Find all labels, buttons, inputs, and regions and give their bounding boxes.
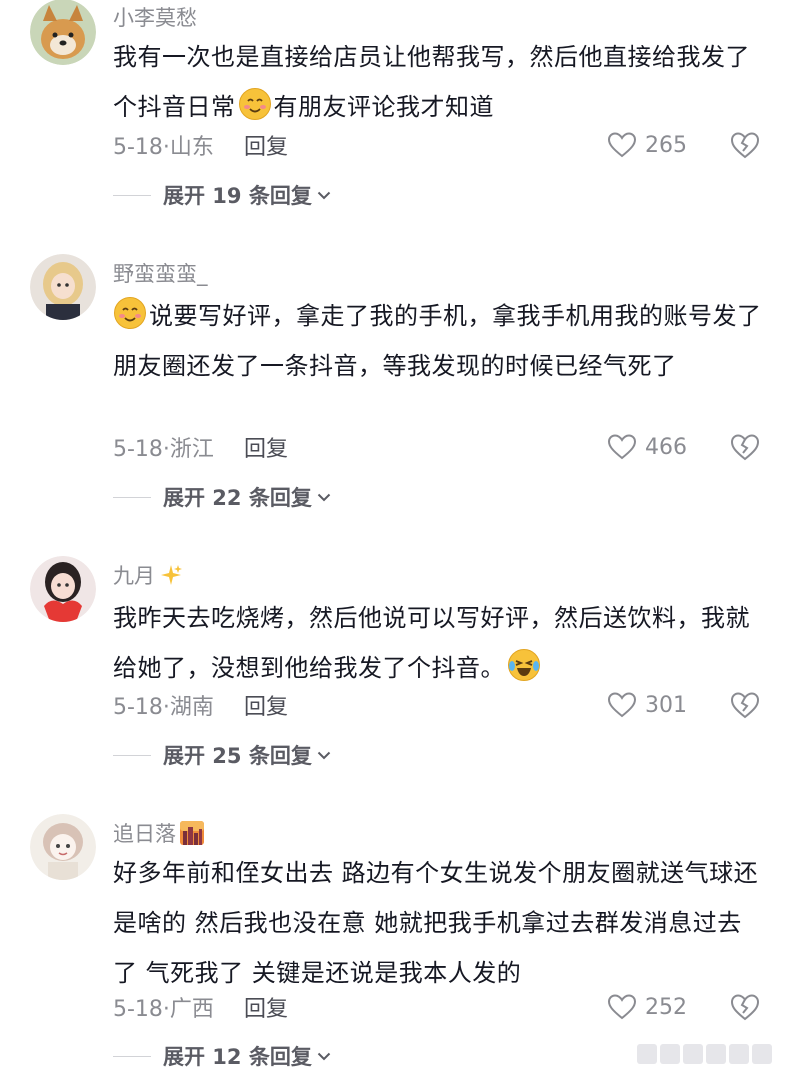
- chevron-down-icon: [317, 1052, 331, 1060]
- broken-heart-icon[interactable]: [729, 432, 761, 462]
- comment-meta: 5-18·湖南 回复: [113, 690, 288, 720]
- comment-text: 我有一次也是直接给店员让他帮我写，然后他直接给我发了个抖音日常 有朋友评论我才知道: [113, 43, 750, 121]
- date-location: 5-18·广西: [113, 997, 214, 1022]
- blush-smile-emoji-icon: [114, 297, 146, 329]
- comment-meta: 5-18·广西 回复: [113, 992, 288, 1022]
- heart-outline-icon: [607, 132, 637, 158]
- comment-text: 好多年前和侄女出去 路边有个女生说发个朋友圈就送气球还是啥的 然后我也没在意 她…: [113, 859, 759, 987]
- expand-replies-button[interactable]: 展开 25 条回复: [113, 740, 331, 770]
- expand-replies-button[interactable]: 展开 22 条回复: [113, 482, 331, 512]
- date-location: 5-18·湖南: [113, 695, 214, 720]
- comment-text: 说要写好评，拿走了我的手机，拿我手机用我的账号发了朋友圈还发了一条抖音，等我发现…: [113, 291, 763, 391]
- like-button[interactable]: 252: [607, 990, 687, 1024]
- heart-outline-icon: [607, 692, 637, 718]
- expand-replies-button[interactable]: 展开 19 条回复: [113, 180, 331, 210]
- heart-outline-icon: [607, 994, 637, 1020]
- like-count: 265: [645, 132, 687, 158]
- reply-button[interactable]: 回复: [244, 689, 288, 721]
- username[interactable]: 追日落: [113, 818, 204, 848]
- date-location: 5-18·山东: [113, 135, 214, 160]
- avatar[interactable]: [30, 254, 96, 320]
- broken-heart-icon[interactable]: [729, 992, 761, 1022]
- like-button[interactable]: 265: [607, 128, 687, 162]
- watermark: [637, 1044, 772, 1064]
- expand-replies-button[interactable]: 展开 12 条回复: [113, 1041, 331, 1071]
- comment-meta: 5-18·山东 回复: [113, 130, 288, 160]
- like-button[interactable]: 466: [607, 430, 687, 464]
- reply-button[interactable]: 回复: [244, 991, 288, 1023]
- chevron-down-icon: [317, 493, 331, 501]
- username[interactable]: 野蛮蛮蛮_: [113, 258, 208, 288]
- crying-laughing-emoji-icon: [508, 649, 540, 681]
- city-sunset-emoji-icon: [180, 821, 204, 845]
- blush-smile-emoji-icon: [238, 88, 271, 120]
- username[interactable]: 九月: [113, 560, 183, 590]
- username[interactable]: 小李莫愁: [113, 2, 197, 32]
- divider: [113, 1055, 151, 1057]
- like-count: 301: [645, 692, 687, 718]
- heart-outline-icon: [607, 434, 637, 460]
- divider: [113, 194, 151, 196]
- like-count: 466: [645, 434, 687, 460]
- like-count: 252: [645, 994, 687, 1020]
- date-location: 5-18·浙江: [113, 437, 214, 462]
- comment-text: 我昨天去吃烧烤，然后他说可以写好评，然后送饮料，我就给她了，没想到他给我发了个抖…: [113, 604, 750, 682]
- broken-heart-icon[interactable]: [729, 130, 761, 160]
- chevron-down-icon: [317, 751, 331, 759]
- reply-button[interactable]: 回复: [244, 129, 288, 161]
- avatar[interactable]: [30, 556, 96, 622]
- divider: [113, 754, 151, 756]
- avatar[interactable]: [30, 0, 96, 65]
- chevron-down-icon: [317, 191, 331, 199]
- broken-heart-icon[interactable]: [729, 690, 761, 720]
- like-button[interactable]: 301: [607, 688, 687, 722]
- divider: [113, 496, 151, 498]
- reply-button[interactable]: 回复: [244, 431, 288, 463]
- avatar[interactable]: [30, 814, 96, 880]
- sparkles-emoji-icon: [161, 565, 182, 585]
- comment-meta: 5-18·浙江 回复: [113, 432, 288, 462]
